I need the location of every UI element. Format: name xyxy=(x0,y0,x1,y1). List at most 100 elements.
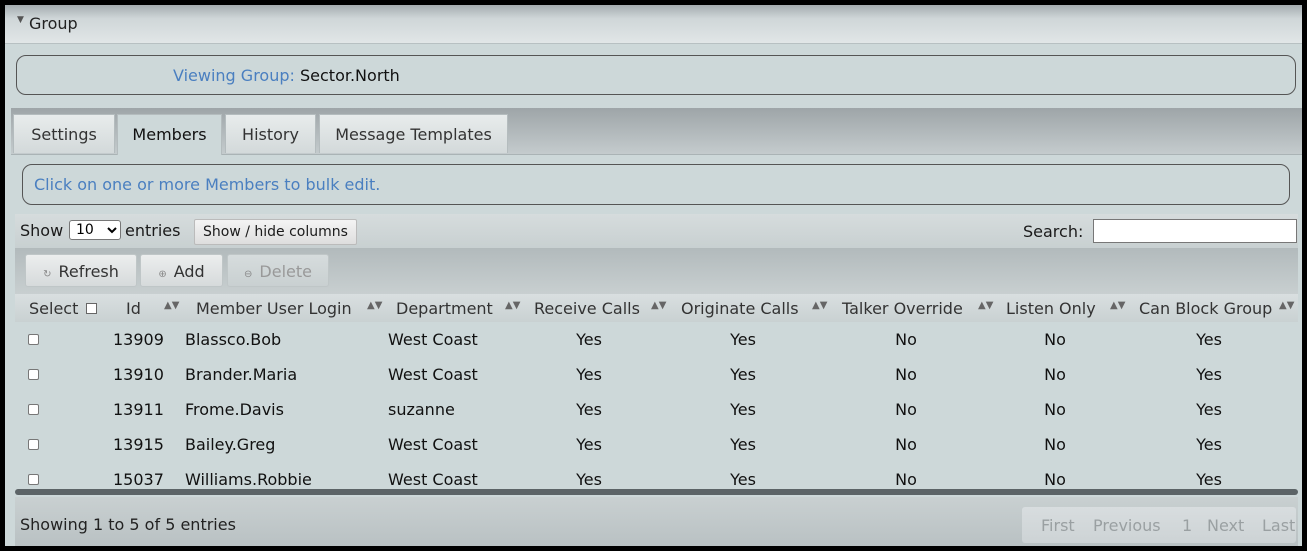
cell-can-block-group: Yes xyxy=(1196,400,1222,419)
members-table-body: 13909 Blassco.Bob West Coast Yes Yes No … xyxy=(15,322,1298,490)
sort-icon[interactable]: ▲▼ xyxy=(978,300,993,311)
cell-login: Brander.Maria xyxy=(185,365,298,384)
column-header-can-block-group[interactable]: Can Block Group xyxy=(1139,299,1272,318)
cell-id: 13910 xyxy=(113,365,164,384)
cell-department: suzanne xyxy=(388,400,455,419)
pager-last[interactable]: Last xyxy=(1262,516,1295,535)
tab-message-templates[interactable]: Message Templates xyxy=(319,114,508,153)
viewing-group-label: Viewing Group: xyxy=(173,66,295,85)
pager-next[interactable]: Next xyxy=(1207,516,1244,535)
column-header-listen-only[interactable]: Listen Only xyxy=(1006,299,1096,318)
table-row[interactable]: 13910 Brander.Maria West Coast Yes Yes N… xyxy=(15,357,1298,392)
bulk-edit-hint-text: Click on one or more Members to bulk edi… xyxy=(34,175,381,194)
pager-previous[interactable]: Previous xyxy=(1093,516,1161,535)
column-header-receive-calls[interactable]: Receive Calls xyxy=(534,299,640,318)
table-controls: Show 10 entries Show / hide columns Sear… xyxy=(15,214,1298,248)
cell-can-block-group: Yes xyxy=(1196,470,1222,489)
column-header-select: Select xyxy=(29,299,79,318)
cell-talker-override: No xyxy=(895,400,917,419)
cell-login: Frome.Davis xyxy=(185,400,284,419)
tab-members[interactable]: Members xyxy=(117,114,222,155)
row-select-checkbox[interactable] xyxy=(28,369,39,380)
entries-per-page-select[interactable]: 10 xyxy=(69,220,121,240)
cell-talker-override: No xyxy=(895,470,917,489)
table-footer: Showing 1 to 5 of 5 entries First Previo… xyxy=(15,497,1298,546)
search-input[interactable] xyxy=(1093,219,1297,243)
show-hide-columns-button[interactable]: Show / hide columns xyxy=(194,219,357,245)
cell-can-block-group: Yes xyxy=(1196,330,1222,349)
pager-page-1[interactable]: 1 xyxy=(1182,516,1192,535)
cell-listen-only: No xyxy=(1044,330,1066,349)
cell-originate-calls: Yes xyxy=(730,400,756,419)
table-row[interactable]: 15037 Williams.Robbie West Coast Yes Yes… xyxy=(15,462,1298,490)
tab-history[interactable]: History xyxy=(225,114,316,153)
cell-id: 13915 xyxy=(113,435,164,454)
cell-receive-calls: Yes xyxy=(576,400,602,419)
sort-icon[interactable]: ▲▼ xyxy=(1110,300,1125,311)
group-panel-header[interactable]: ▼ Group xyxy=(5,5,1302,44)
cell-receive-calls: Yes xyxy=(576,435,602,454)
sort-icon[interactable]: ▲▼ xyxy=(1279,300,1294,311)
sort-icon[interactable]: ▲▼ xyxy=(367,300,382,311)
row-select-checkbox[interactable] xyxy=(28,474,39,485)
table-row[interactable]: 13915 Bailey.Greg West Coast Yes Yes No … xyxy=(15,427,1298,462)
cell-department: West Coast xyxy=(388,330,478,349)
cell-login: Williams.Robbie xyxy=(185,470,312,489)
cell-login: Blassco.Bob xyxy=(185,330,282,349)
cell-listen-only: No xyxy=(1044,400,1066,419)
sort-icon[interactable]: ▲▼ xyxy=(164,300,179,311)
table-row[interactable]: 13911 Frome.Davis suzanne Yes Yes No No … xyxy=(15,392,1298,427)
search-label: Search: xyxy=(1023,222,1084,241)
cell-listen-only: No xyxy=(1044,435,1066,454)
table-row[interactable]: 13909 Blassco.Bob West Coast Yes Yes No … xyxy=(15,322,1298,357)
cell-receive-calls: Yes xyxy=(576,365,602,384)
cell-can-block-group: Yes xyxy=(1196,435,1222,454)
refresh-button[interactable]: ↻ Refresh xyxy=(25,254,137,287)
table-header: Select Id ▲▼ Member User Login ▲▼ Depart… xyxy=(15,294,1298,322)
cell-id: 13911 xyxy=(113,400,164,419)
collapse-caret-icon[interactable]: ▼ xyxy=(17,15,24,25)
group-panel-title: Group xyxy=(29,14,78,33)
column-header-originate-calls[interactable]: Originate Calls xyxy=(681,299,799,318)
add-icon: ⊕ xyxy=(158,269,167,280)
pagination: First Previous 1 Next Last xyxy=(1022,507,1296,543)
tab-bar: Settings Members History Message Templat… xyxy=(11,108,1302,155)
bulk-edit-hint: Click on one or more Members to bulk edi… xyxy=(22,164,1290,205)
cell-originate-calls: Yes xyxy=(730,435,756,454)
add-button[interactable]: ⊕ Add xyxy=(140,254,223,287)
sort-icon[interactable]: ▲▼ xyxy=(505,300,520,311)
sort-icon[interactable]: ▲▼ xyxy=(651,300,666,311)
column-header-member-user-login[interactable]: Member User Login xyxy=(196,299,352,318)
horizontal-scrollbar[interactable] xyxy=(15,489,1298,495)
entries-info: Showing 1 to 5 of 5 entries xyxy=(20,515,236,534)
cell-department: West Coast xyxy=(388,435,478,454)
sort-icon[interactable]: ▲▼ xyxy=(812,300,827,311)
entries-label: entries xyxy=(125,221,181,240)
pager-first[interactable]: First xyxy=(1041,516,1075,535)
refresh-label: Refresh xyxy=(58,262,119,281)
row-select-checkbox[interactable] xyxy=(28,439,39,450)
cell-receive-calls: Yes xyxy=(576,470,602,489)
delete-button[interactable]: ⊖ Delete xyxy=(227,254,329,287)
column-header-id[interactable]: Id xyxy=(126,299,141,318)
action-toolbar: ↻ Refresh ⊕ Add ⊖ Delete xyxy=(15,248,1298,294)
group-panel: ▼ Group Viewing Group: Sector.North Sett… xyxy=(5,5,1302,546)
delete-label: Delete xyxy=(259,262,312,281)
viewing-group-value: Sector.North xyxy=(300,66,400,85)
cell-talker-override: No xyxy=(895,365,917,384)
cell-talker-override: No xyxy=(895,435,917,454)
row-select-checkbox[interactable] xyxy=(28,334,39,345)
cell-originate-calls: Yes xyxy=(730,330,756,349)
cell-id: 13909 xyxy=(113,330,164,349)
viewing-group-box: Viewing Group: Sector.North xyxy=(16,55,1296,95)
cell-id: 15037 xyxy=(113,470,164,489)
select-all-checkbox[interactable] xyxy=(86,303,97,314)
cell-talker-override: No xyxy=(895,330,917,349)
cell-receive-calls: Yes xyxy=(576,330,602,349)
column-header-department[interactable]: Department xyxy=(396,299,493,318)
column-header-talker-override[interactable]: Talker Override xyxy=(842,299,963,318)
cell-listen-only: No xyxy=(1044,365,1066,384)
tab-settings[interactable]: Settings xyxy=(13,114,115,153)
refresh-icon: ↻ xyxy=(43,269,52,280)
row-select-checkbox[interactable] xyxy=(28,404,39,415)
